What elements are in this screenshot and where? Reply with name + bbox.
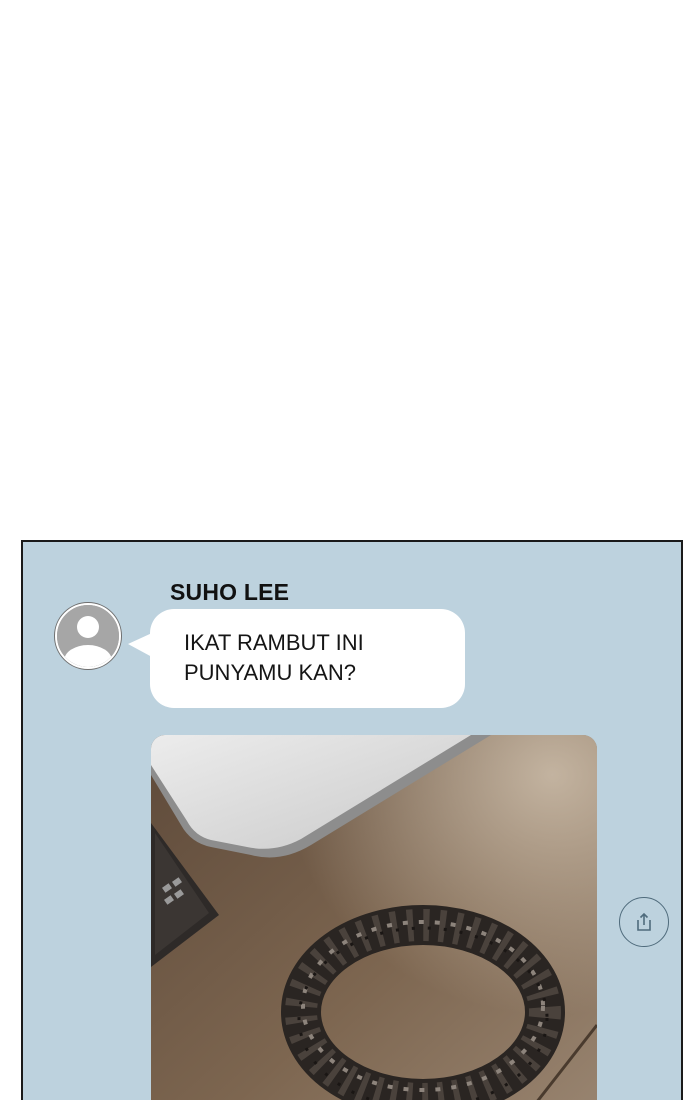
share-icon bbox=[637, 912, 651, 931]
sender-name: SUHO LEE bbox=[170, 579, 290, 605]
default-user-icon bbox=[57, 605, 119, 667]
share-button[interactable] bbox=[619, 897, 669, 947]
message-bubble[interactable]: IKAT RAMBUT INI PUNYAMU KAN? bbox=[128, 609, 465, 708]
bubble-tail bbox=[128, 633, 152, 657]
shared-photo[interactable] bbox=[151, 735, 597, 1100]
sender-avatar[interactable] bbox=[55, 603, 121, 669]
message-text-line-2: PUNYAMU KAN? bbox=[184, 660, 356, 685]
message-text-line-1: IKAT RAMBUT INI bbox=[184, 630, 364, 655]
chat-screen: SUHO LEE IKAT RAMBUT INI PUNYAMU KAN? bbox=[21, 540, 683, 1100]
comic-panel-page: SUHO LEE IKAT RAMBUT INI PUNYAMU KAN? bbox=[0, 0, 700, 1100]
hair-tie-photo bbox=[151, 735, 597, 1100]
